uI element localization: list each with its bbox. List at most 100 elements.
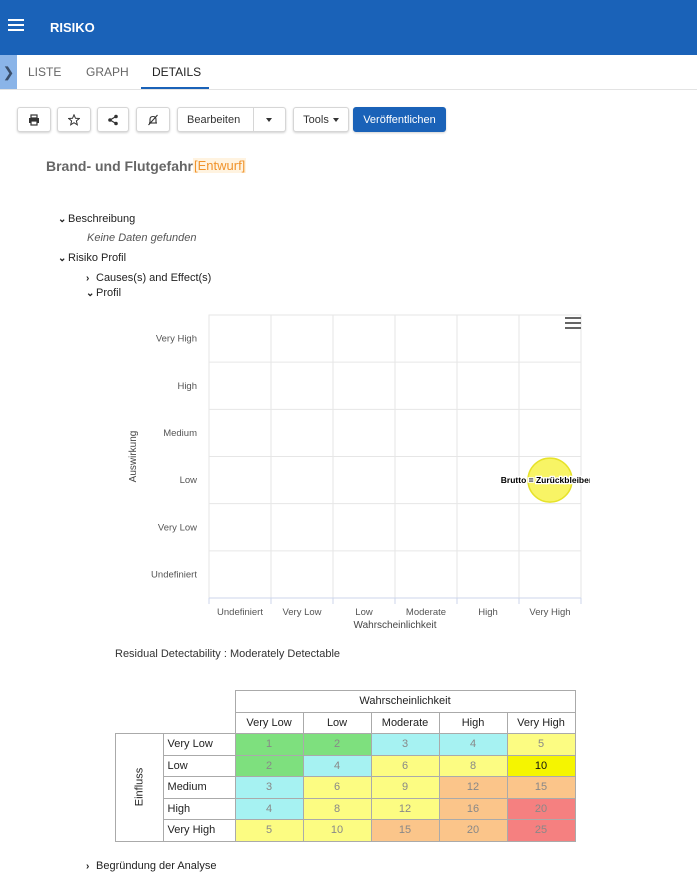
chart-y-tick-label: Very High: [156, 334, 197, 345]
chart-y-tick-label: High: [177, 381, 197, 392]
favorite-button[interactable]: [57, 107, 91, 132]
matrix-header-row-1: Wahrscheinlichkeit: [116, 690, 576, 713]
matrix-row-header: Medium: [162, 776, 236, 799]
matrix-cell: 3: [234, 776, 304, 799]
section-risiko-profil-label: Risiko Profil: [68, 252, 127, 264]
matrix-cell: 12: [438, 776, 508, 799]
matrix-cell: 8: [302, 797, 372, 820]
matrix-row: Medium 3 6 9 12 15: [116, 776, 576, 799]
edit-button-label[interactable]: Bearbeiten: [187, 114, 240, 126]
risk-matrix-table: Wahrscheinlichkeit Very Low Low Moderate Hi…: [115, 690, 576, 842]
tab-bar: ❯ LISTE GRAPH DETAILS: [0, 55, 697, 90]
risk-profile-chart: Undefiniert Very Low Low Moderate High Very H…: [115, 305, 590, 630]
chevron-right-icon: ›: [86, 861, 90, 872]
chart-y-tick-label: Medium: [163, 428, 197, 439]
app-title: RISIKO: [50, 20, 95, 35]
matrix-row-header: Very Low: [162, 733, 236, 756]
matrix-column-group-header: Wahrscheinlichkeit: [234, 690, 576, 713]
matrix-row: Low 2 4 6 8 10: [116, 754, 576, 777]
matrix-cell: 15: [506, 776, 576, 799]
matrix-cell: 6: [302, 776, 372, 799]
chart-y-tick-label: Very Low: [158, 522, 197, 533]
sidebar-toggle-chevron-icon[interactable]: ❯: [0, 55, 17, 89]
chart-x-tick-label: Low: [355, 607, 373, 618]
matrix-cell: 2: [302, 733, 372, 756]
matrix-cell: 4: [302, 754, 372, 777]
matrix-cell: 5: [506, 733, 576, 756]
chevron-down-icon: ⌄: [58, 253, 67, 264]
matrix-header-row-2: Very Low Low Moderate High Very High: [116, 711, 576, 734]
edit-split-button[interactable]: Bearbeiten: [177, 107, 286, 132]
section-profil-label: Profil: [96, 287, 122, 299]
section-begruendung[interactable]: › Begründung der Analyse: [86, 860, 216, 872]
edit-dropdown-caret-icon[interactable]: [266, 118, 272, 122]
matrix-cell: 6: [370, 754, 440, 777]
hamburger-menu-icon[interactable]: [8, 19, 24, 35]
notifications-off-button[interactable]: [136, 107, 170, 132]
matrix-row-group-header: Einfluss: [115, 733, 164, 842]
record-title: Brand- und Flutgefahr: [46, 158, 193, 174]
active-tab-indicator: [141, 87, 209, 89]
matrix-column-header: High: [438, 711, 508, 734]
residual-detectability-text: Residual Detectability : Moderately Dete…: [115, 648, 341, 660]
draft-status-badge: [Entwurf]: [193, 158, 247, 173]
risk-profile-chart-svg: Undefiniert Very Low Low Moderate High Very H…: [128, 314, 590, 630]
chart-x-tick-label: Very Low: [282, 607, 321, 618]
app-bar: RISIKO: [0, 0, 697, 55]
publish-button[interactable]: Veröffentlichen: [353, 107, 446, 132]
chevron-down-icon: ⌄: [58, 214, 67, 225]
tab-graph[interactable]: GRAPH: [86, 65, 129, 79]
section-beschreibung[interactable]: ⌄ Beschreibung: [58, 213, 135, 225]
section-begruendung-label: Begründung der Analyse: [96, 860, 217, 872]
matrix-row: Einfluss Very Low 1 2 3 4 5: [115, 733, 576, 842]
section-beschreibung-label: Beschreibung: [68, 213, 136, 225]
matrix-column-header: Moderate: [370, 711, 440, 734]
matrix-row-header: Low: [162, 754, 236, 777]
matrix-row-group-label: Einfluss: [133, 767, 146, 807]
chart-x-tick-label: Moderate: [406, 607, 446, 618]
chevron-right-icon: ›: [86, 273, 90, 284]
chart-x-tick-label: Very High: [529, 607, 570, 618]
matrix-column-header: Very High: [506, 711, 576, 734]
star-icon: [68, 113, 80, 126]
matrix-cell: 9: [370, 776, 440, 799]
bell-slash-icon: [148, 114, 158, 125]
matrix-cell: 10: [506, 754, 576, 777]
split-button-divider: [253, 107, 254, 132]
tab-liste[interactable]: LISTE: [28, 65, 61, 79]
matrix-column-header: Very Low: [234, 711, 304, 734]
section-risiko-profil[interactable]: ⌄ Risiko Profil: [58, 252, 126, 264]
matrix-cell: 20: [506, 797, 576, 820]
matrix-cell: 10: [302, 819, 372, 842]
matrix-cell: 5: [234, 819, 304, 842]
print-button[interactable]: [17, 107, 51, 132]
matrix-cell: 25: [506, 819, 576, 842]
section-causes-effects[interactable]: › Causes(s) and Effect(s): [86, 272, 211, 284]
chart-menu-icon[interactable]: [565, 317, 581, 329]
tools-dropdown-button[interactable]: Tools: [293, 107, 349, 132]
matrix-row-header: Very High: [162, 819, 236, 842]
share-button[interactable]: [97, 107, 129, 132]
matrix-cell: 4: [438, 733, 508, 756]
matrix-cell: 12: [370, 797, 440, 820]
matrix-cell: 3: [370, 733, 440, 756]
tools-button-label: Tools: [303, 113, 329, 126]
matrix-column-header: Low: [302, 711, 372, 734]
no-data-text: Keine Daten gefunden: [87, 232, 197, 244]
share-icon: [108, 114, 118, 125]
matrix-row: High 4 8 12 16 20: [116, 797, 576, 820]
chart-y-axis-title: Auswirkung: [128, 431, 139, 483]
matrix-row-header: High: [162, 797, 236, 820]
matrix-cell: 16: [438, 797, 508, 820]
matrix-cell: 1: [234, 733, 304, 756]
chart-x-tick-label: Undefiniert: [217, 607, 263, 618]
section-profil[interactable]: ⌄ Profil: [86, 287, 121, 299]
tab-details[interactable]: DETAILS: [152, 65, 201, 79]
printer-icon: [29, 113, 39, 126]
matrix-cell: 8: [438, 754, 508, 777]
matrix-cell: 2: [234, 754, 304, 777]
matrix-row: Very High 5 10 15 20 25: [116, 819, 576, 842]
chart-x-tick-label: High: [478, 607, 498, 618]
chart-y-tick-label: Undefiniert: [151, 569, 197, 580]
section-causes-effects-label: Causes(s) and Effect(s): [96, 272, 212, 284]
